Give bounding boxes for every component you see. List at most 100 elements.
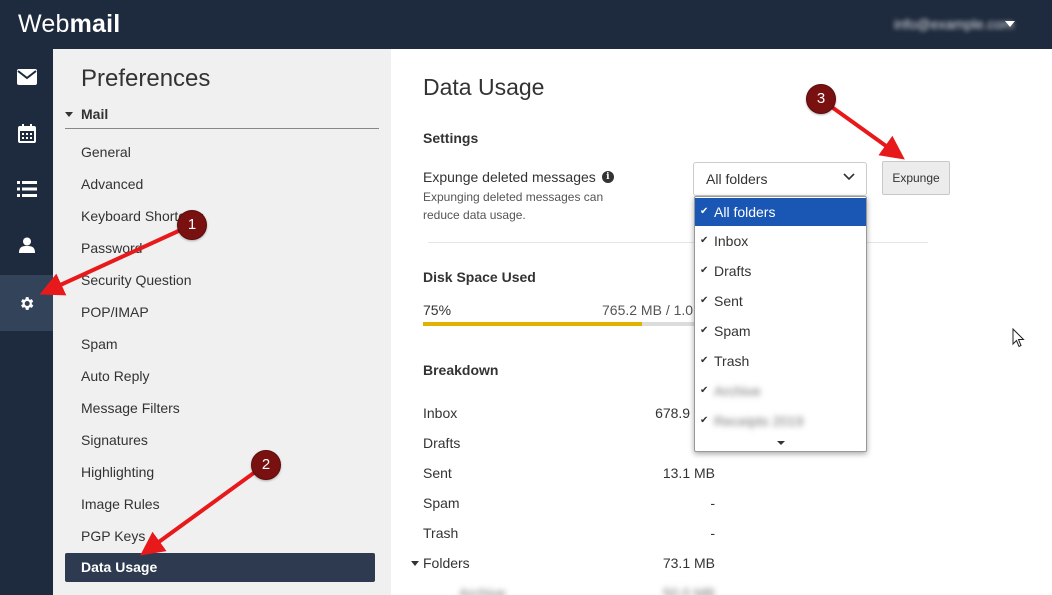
disk-space-heading: Disk Space Used <box>423 269 536 285</box>
nav-item-data-usage[interactable]: Data Usage <box>65 553 375 582</box>
check-icon: ✔ <box>700 415 709 426</box>
option-label: Inbox <box>714 233 749 249</box>
dropdown-option-folder[interactable]: ✔ Receipts 2019 <box>695 407 866 437</box>
dropdown-option-inbox[interactable]: ✔ Inbox <box>695 227 866 257</box>
breakdown-size: - <box>710 525 715 541</box>
nav-item-image-rules[interactable]: Image Rules <box>65 488 375 520</box>
check-icon: ✔ <box>700 265 709 276</box>
nav-item-keyboard-shortcuts[interactable]: Keyboard Shortcuts <box>65 200 375 232</box>
annotation-badge-3: 3 <box>806 84 836 114</box>
breakdown-name: Archive <box>459 585 506 595</box>
check-icon: ✔ <box>700 235 709 246</box>
brand-logo[interactable]: Webmail <box>18 10 120 39</box>
breakdown-heading: Breakdown <box>423 362 499 378</box>
breakdown-name: Spam <box>423 495 460 511</box>
rail-contacts-button[interactable] <box>0 217 53 273</box>
brand-light: Web <box>18 10 70 38</box>
disk-usage-bar-fill <box>423 322 642 326</box>
mail-group-label: Mail <box>81 106 109 122</box>
annotation-badge-2: 2 <box>251 450 281 480</box>
option-label: Archive <box>714 383 761 399</box>
breakdown-row-spam: Spam - <box>423 495 715 525</box>
folder-select[interactable]: All folders <box>693 162 867 196</box>
tasks-icon <box>16 181 37 197</box>
nav-item-advanced[interactable]: Advanced <box>65 168 375 200</box>
breakdown-name: Inbox <box>423 405 458 421</box>
preferences-sidebar: Preferences Mail General Advanced Keyboa… <box>53 49 391 595</box>
nav-item-pop-imap[interactable]: POP/IMAP <box>65 296 375 328</box>
annotation-badge-1: 1 <box>177 210 207 240</box>
section-title: Data Usage <box>423 74 545 100</box>
disk-usage-bar <box>423 322 723 326</box>
folder-select-value: All folders <box>706 171 768 187</box>
check-icon: ✔ <box>700 295 709 306</box>
settings-heading: Settings <box>423 130 479 146</box>
disk-percent-label: 75% <box>423 302 452 318</box>
dropdown-option-all-folders[interactable]: ✔ All folders <box>695 198 866 226</box>
brand-bold: mail <box>69 10 121 38</box>
dropdown-option-drafts[interactable]: ✔ Drafts <box>695 257 866 287</box>
expunge-help-text: Expunging deleted messages can reduce da… <box>423 190 604 222</box>
expunge-label: Expunge deleted messages i <box>423 169 614 185</box>
nav-item-pgp-keys[interactable]: PGP Keys <box>65 520 375 552</box>
option-label: Trash <box>714 353 750 369</box>
breakdown-name: Drafts <box>423 435 461 451</box>
nav-item-spam[interactable]: Spam <box>65 328 375 360</box>
breakdown-size: 50.0 MB <box>662 585 715 595</box>
contacts-icon <box>18 237 35 253</box>
nav-item-general[interactable]: General <box>65 136 375 168</box>
page-title: Preferences <box>81 65 211 92</box>
breakdown-name: Trash <box>423 525 459 541</box>
rail-settings-button[interactable] <box>0 275 53 331</box>
expunge-label-text: Expunge deleted messages <box>423 169 596 185</box>
breakdown-size: - <box>710 495 715 511</box>
nav-item-signatures[interactable]: Signatures <box>65 424 375 456</box>
rail-mail-button[interactable] <box>0 49 53 105</box>
dropdown-option-folder[interactable]: ✔ Archive <box>695 377 866 407</box>
app-rail <box>0 49 53 595</box>
mail-group-toggle[interactable]: Mail <box>65 106 379 129</box>
rail-tasks-button[interactable] <box>0 161 53 217</box>
nav-item-password[interactable]: Password <box>65 232 375 264</box>
breakdown-row-trash: Trash - <box>423 525 715 555</box>
scroll-down-icon[interactable] <box>777 441 785 445</box>
option-label: Receipts 2019 <box>714 413 804 429</box>
breakdown-row-drafts: Drafts <box>423 435 715 465</box>
nav-item-message-filters[interactable]: Message Filters <box>65 392 375 424</box>
settings-icon <box>21 296 34 310</box>
breakdown-name: Sent <box>423 465 452 481</box>
check-icon: ✔ <box>700 385 709 396</box>
check-icon: ✔ <box>700 206 709 217</box>
dropdown-option-sent[interactable]: ✔ Sent <box>695 287 866 317</box>
nav-item-highlighting[interactable]: Highlighting <box>65 456 375 488</box>
breakdown-row-inbox: Inbox 678.9 MB <box>423 405 715 435</box>
breakdown-size: 73.1 MB <box>662 555 715 571</box>
option-label: All folders <box>714 204 776 220</box>
nav-item-auto-reply[interactable]: Auto Reply <box>65 360 375 392</box>
calendar-icon <box>17 123 36 143</box>
dropdown-option-spam[interactable]: ✔ Spam <box>695 317 866 347</box>
option-label: Sent <box>714 293 743 309</box>
caret-down-icon <box>65 112 73 117</box>
info-icon[interactable]: i <box>601 171 614 183</box>
breakdown-row-subfolder: Archive 50.0 MB <box>459 585 715 595</box>
nav-item-security-question[interactable]: Security Question <box>65 264 375 296</box>
chevron-down-icon[interactable] <box>1005 21 1015 27</box>
chevron-down-icon <box>843 173 855 181</box>
dropdown-option-trash[interactable]: ✔ Trash <box>695 347 866 377</box>
breakdown-row-folders[interactable]: Folders 73.1 MB <box>411 555 715 585</box>
check-icon: ✔ <box>700 355 709 366</box>
account-menu-label[interactable]: info@example.com <box>894 16 1014 32</box>
caret-down-icon[interactable] <box>411 561 419 566</box>
mail-icon <box>16 69 37 85</box>
mouse-cursor-icon <box>1012 328 1025 348</box>
expunge-button[interactable]: Expunge <box>882 161 950 195</box>
top-bar: Webmail info@example.com <box>0 0 1052 49</box>
check-icon: ✔ <box>700 325 709 336</box>
preferences-nav: General Advanced Keyboard Shortcuts Pass… <box>65 136 375 582</box>
breakdown-name: Folders <box>423 555 470 571</box>
breakdown-row-sent: Sent 13.1 MB <box>423 465 715 495</box>
option-label: Drafts <box>714 263 752 279</box>
rail-calendar-button[interactable] <box>0 105 53 161</box>
option-label: Spam <box>714 323 751 339</box>
